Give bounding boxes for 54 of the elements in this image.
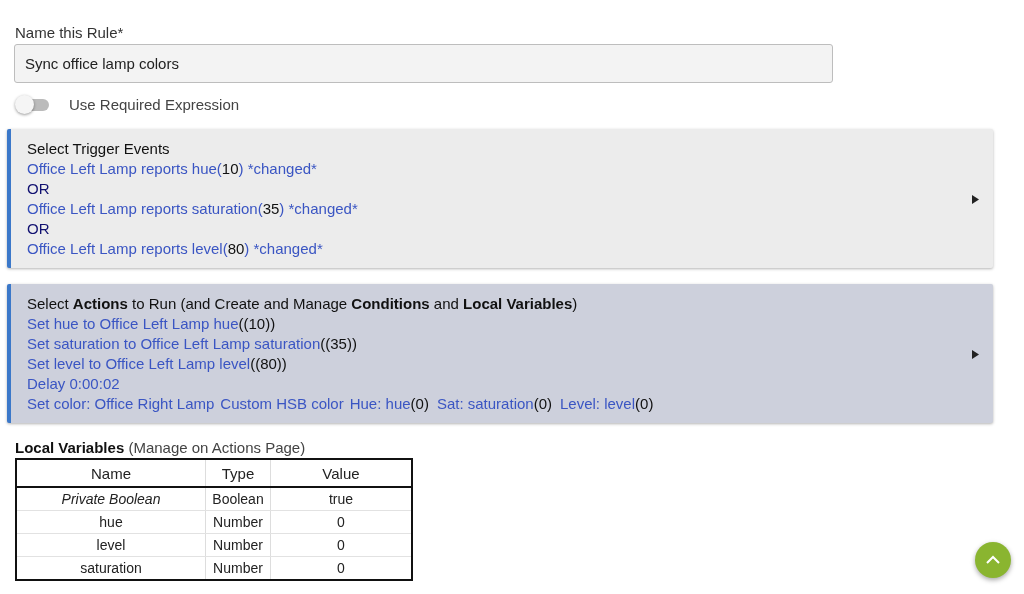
rule-link[interactable]: ) *changed*: [244, 240, 323, 257]
table-cell: hue: [16, 510, 206, 534]
rule-link[interactable]: ) *changed*: [279, 200, 358, 217]
column-header: Name: [16, 459, 206, 487]
scroll-top-button[interactable]: [975, 542, 1011, 578]
table-cell: 0: [270, 510, 412, 534]
value-text: (0): [533, 395, 552, 412]
toggle-switch[interactable]: [15, 94, 49, 114]
table-cell: true: [270, 487, 412, 511]
rule-link[interactable]: Sat: saturation: [436, 395, 534, 412]
table-cell: level: [16, 533, 206, 557]
value-text: 35: [262, 200, 280, 217]
toggle-label: Use Required Expression: [69, 95, 240, 113]
section-heading: Local Variables (Manage on Actions Page): [15, 439, 307, 456]
operator-text: OR: [27, 220, 50, 237]
value-text: ((80)): [250, 355, 287, 372]
rule-link[interactable]: Set hue to Office Left Lamp hue: [27, 315, 239, 332]
chevron-up-icon: [985, 555, 1001, 565]
column-header: Value: [270, 459, 412, 487]
table-cell: Number: [205, 556, 271, 580]
column-header: Type: [205, 459, 271, 487]
rule-link[interactable]: Set color: Office Right Lamp: [27, 395, 215, 412]
rule-link[interactable]: Hue: hue: [349, 395, 411, 412]
table-cell: Boolean: [205, 487, 271, 511]
card-title: Select Actions to Run (and Create and Manage Conditions and Local Variables): [27, 294, 579, 314]
rule-link[interactable]: Delay 0:00:02: [27, 375, 120, 392]
rule-link[interactable]: Custom HSB color: [220, 395, 344, 412]
rule-link[interactable]: Office Left Lamp reports level(: [27, 240, 228, 257]
section-card[interactable]: [7, 284, 993, 423]
table-cell: Private Boolean: [16, 487, 206, 511]
rule-link[interactable]: Set saturation to Office Left Lamp saturation: [27, 335, 321, 352]
table-cell: saturation: [16, 556, 206, 580]
rule-link[interactable]: Set level to Office Left Lamp level: [27, 355, 251, 372]
operator-text: OR: [27, 180, 50, 197]
rule-link[interactable]: Office Left Lamp reports hue(: [27, 160, 222, 177]
field-label: Name this Rule*: [15, 24, 125, 41]
rule-link[interactable]: ) *changed*: [238, 160, 317, 177]
rule-link[interactable]: Office Left Lamp reports saturation(: [27, 200, 263, 217]
rule-name-field[interactable]: Sync office lamp colors: [14, 44, 833, 83]
value-text: (0): [410, 395, 429, 412]
table-cell: 0: [270, 533, 412, 557]
card-title: Select Trigger Events: [27, 139, 171, 159]
table-cell: Number: [205, 533, 271, 557]
table-cell: 0: [270, 556, 412, 580]
value-text: 80: [227, 240, 245, 257]
caret-icon[interactable]: [972, 194, 979, 204]
table-cell: Number: [205, 510, 271, 534]
value-text: 10: [221, 160, 239, 177]
section-card[interactable]: Select Trigger Events Office Left Lamp reports hue(10) *changed* OR Office Left Lamp reports saturation(35) *changed* OR Office Left Lamp reports level(80) *changed*: [7, 129, 993, 268]
value-text: (0): [635, 395, 654, 412]
caret-icon[interactable]: [972, 349, 979, 359]
value-text: ((10)): [238, 315, 276, 332]
value-text: ((35)): [320, 335, 357, 352]
rule-link[interactable]: Level: level: [560, 395, 636, 412]
